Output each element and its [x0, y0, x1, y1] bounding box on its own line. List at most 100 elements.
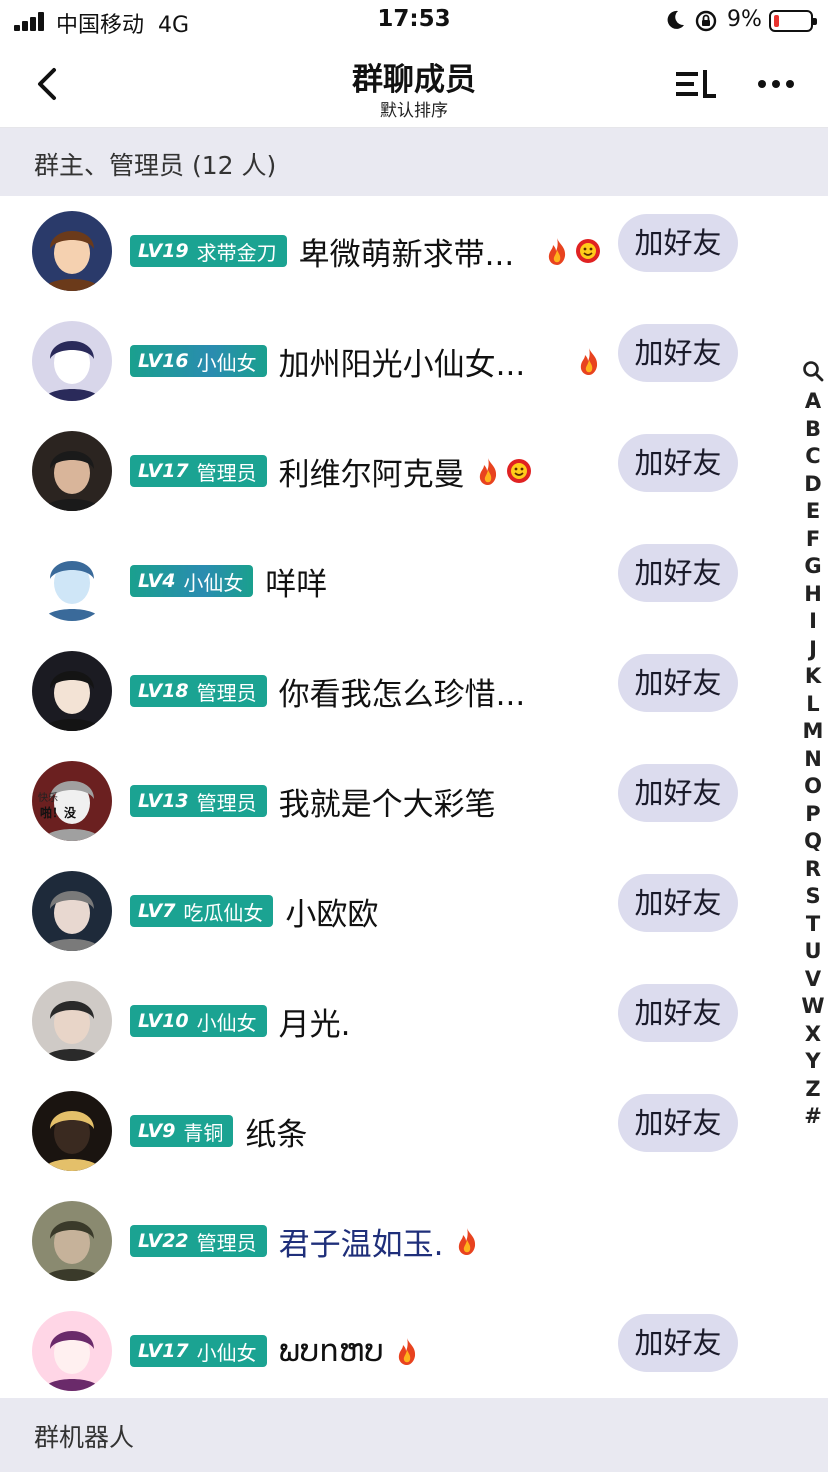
- index-letter[interactable]: T: [800, 911, 826, 939]
- member-info: LV19 求带金刀 卑微萌新求带...: [130, 196, 514, 306]
- section-header-bots: 群机器人: [0, 1398, 828, 1472]
- member-title: 管理员: [196, 790, 257, 815]
- member-info: LV17 管理员 利维尔阿克曼: [130, 416, 533, 526]
- level-badge: LV18 管理员: [130, 675, 267, 707]
- member-title: 管理员: [196, 460, 257, 485]
- add-friend-button[interactable]: 加好友: [618, 874, 738, 932]
- index-letter[interactable]: P: [800, 801, 826, 829]
- section-header-admins: 群主、管理员 (12 人): [0, 128, 828, 196]
- fire-icon: [580, 348, 598, 375]
- member-row[interactable]: LV17 小仙女 ພບnຫບ 加好友: [0, 1296, 790, 1406]
- member-name: 咩咩: [265, 566, 328, 603]
- index-letter[interactable]: D: [800, 471, 826, 499]
- index-letter[interactable]: V: [800, 966, 826, 994]
- index-letter[interactable]: R: [800, 856, 826, 884]
- index-letter[interactable]: M: [800, 718, 826, 746]
- avatar[interactable]: [32, 871, 112, 951]
- level-label: LV16: [138, 350, 189, 372]
- search-icon[interactable]: [802, 360, 824, 382]
- fire-icon: [458, 1228, 475, 1255]
- avatar[interactable]: [32, 1091, 112, 1171]
- index-letter[interactable]: J: [800, 636, 826, 664]
- index-letter[interactable]: F: [800, 526, 826, 554]
- index-letter[interactable]: Q: [800, 828, 826, 856]
- member-title: 求带金刀: [196, 240, 277, 265]
- more-icon[interactable]: [752, 64, 802, 104]
- add-friend-button[interactable]: 加好友: [618, 1314, 738, 1372]
- add-friend-button[interactable]: 加好友: [618, 984, 738, 1042]
- member-row[interactable]: 快乐 啪！没 LV13 管理员 我就是个大彩笔 加好友: [0, 746, 790, 856]
- level-badge: LV17 管理员: [130, 455, 267, 487]
- index-letter[interactable]: Z: [800, 1076, 826, 1104]
- index-letter[interactable]: C: [800, 443, 826, 471]
- member-icons: [448, 1226, 480, 1256]
- member-row[interactable]: LV7 吃瓜仙女 小欧欧 加好友: [0, 856, 790, 966]
- member-info: LV18 管理员 你看我怎么珍惜...: [130, 636, 525, 746]
- member-row[interactable]: LV4 小仙女 咩咩 加好友: [0, 526, 790, 636]
- add-friend-button[interactable]: 加好友: [618, 214, 738, 272]
- index-letter[interactable]: O: [800, 773, 826, 801]
- alphabet-index[interactable]: A B C D E F G H I J K L M N O P Q R S T U V W X Y Z #: [800, 360, 826, 1131]
- add-friend-button[interactable]: 加好友: [618, 764, 738, 822]
- avatar[interactable]: [32, 431, 112, 511]
- level-label: LV19: [138, 240, 189, 262]
- emoji-icon: [576, 239, 600, 263]
- level-label: LV17: [138, 460, 189, 482]
- level-badge: LV4 小仙女: [130, 565, 254, 597]
- avatar[interactable]: [32, 1311, 112, 1391]
- index-letter[interactable]: A: [800, 388, 826, 416]
- add-friend-button[interactable]: 加好友: [618, 1094, 738, 1152]
- member-row[interactable]: LV17 管理员 利维尔阿克曼 加好友: [0, 416, 790, 526]
- battery-percent: 9%: [727, 7, 762, 32]
- member-icons: [570, 344, 602, 378]
- index-letter[interactable]: K: [800, 663, 826, 691]
- member-row[interactable]: LV18 管理员 你看我怎么珍惜... 加好友: [0, 636, 790, 746]
- member-name: ພບnຫບ: [278, 1333, 384, 1369]
- index-letter[interactable]: S: [800, 883, 826, 911]
- member-info: LV9 青铜 纸条: [130, 1076, 307, 1186]
- member-title: 小仙女: [196, 350, 257, 375]
- level-badge: LV10 小仙女: [130, 1005, 267, 1037]
- index-letter[interactable]: X: [800, 1021, 826, 1049]
- index-letter[interactable]: B: [800, 416, 826, 444]
- index-letter[interactable]: Y: [800, 1048, 826, 1076]
- avatar[interactable]: [32, 211, 112, 291]
- add-friend-button[interactable]: 加好友: [618, 654, 738, 712]
- avatar[interactable]: [32, 651, 112, 731]
- index-letter[interactable]: #: [800, 1103, 826, 1131]
- index-letter[interactable]: H: [800, 581, 826, 609]
- member-info: LV16 小仙女 加州阳光小仙女...: [130, 306, 525, 416]
- index-letter[interactable]: N: [800, 746, 826, 774]
- member-row[interactable]: LV22 管理员 君子温如玉.: [0, 1186, 790, 1296]
- member-icons: [388, 1336, 420, 1366]
- avatar[interactable]: [32, 541, 112, 621]
- avatar[interactable]: 快乐 啪！没: [32, 761, 112, 841]
- index-letter[interactable]: E: [800, 498, 826, 526]
- add-friend-button[interactable]: 加好友: [618, 434, 738, 492]
- avatar[interactable]: [32, 1201, 112, 1281]
- index-letter[interactable]: G: [800, 553, 826, 581]
- level-badge: LV7 吃瓜仙女: [130, 895, 274, 927]
- sort-icon[interactable]: [672, 64, 722, 104]
- member-name: 加州阳光小仙女...: [278, 346, 526, 383]
- avatar[interactable]: [32, 321, 112, 401]
- member-list: LV19 求带金刀 卑微萌新求带... 加好友 LV16 小仙女 加州阳光小仙女... 加好友…: [0, 196, 790, 1406]
- member-row[interactable]: LV16 小仙女 加州阳光小仙女... 加好友: [0, 306, 790, 416]
- index-letter[interactable]: U: [800, 938, 826, 966]
- level-label: LV7: [138, 900, 176, 922]
- member-name: 纸条: [245, 1116, 308, 1153]
- level-badge: LV16 小仙女: [130, 345, 267, 377]
- add-friend-button[interactable]: 加好友: [618, 324, 738, 382]
- member-name: 小欧欧: [285, 896, 379, 933]
- section-title: 群机器人: [34, 1423, 135, 1452]
- member-row[interactable]: LV10 小仙女 月光. 加好友: [0, 966, 790, 1076]
- avatar[interactable]: [32, 981, 112, 1061]
- member-title: 小仙女: [183, 570, 244, 595]
- index-letter[interactable]: I: [800, 608, 826, 636]
- member-row[interactable]: LV19 求带金刀 卑微萌新求带... 加好友: [0, 196, 790, 306]
- index-letter[interactable]: L: [800, 691, 826, 719]
- index-letter[interactable]: W: [800, 993, 826, 1021]
- emoji-icon: [506, 459, 531, 483]
- add-friend-button[interactable]: 加好友: [618, 544, 738, 602]
- member-row[interactable]: LV9 青铜 纸条 加好友: [0, 1076, 790, 1186]
